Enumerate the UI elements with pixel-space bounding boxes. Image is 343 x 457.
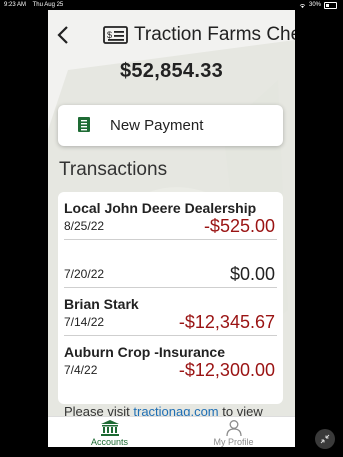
collapse-arrows-icon — [320, 434, 330, 444]
chevron-left-icon — [57, 26, 68, 44]
account-title: Traction Farms Che — [134, 24, 295, 45]
check-icon: $ — [103, 26, 128, 44]
transaction-name: Brian Stark — [64, 296, 139, 312]
battery-percent: 30% — [308, 2, 321, 8]
transaction-amount: -$12,345.67 — [178, 312, 275, 332]
transactions-title: Transactions — [59, 159, 168, 180]
transaction-row[interactable]: Auburn Crop -Insurance 7/4/22 -$12,300.0… — [64, 336, 277, 383]
transaction-date: 8/25/22 — [64, 219, 105, 233]
account-balance: $52,854.33 — [119, 60, 224, 82]
person-icon — [225, 420, 242, 436]
tab-accounts-label: Accounts — [90, 437, 129, 447]
transaction-amount: -$12,300.00 — [178, 360, 275, 380]
status-time: 9:23 AM — [4, 2, 27, 8]
transaction-row[interactable]: Brian Stark 7/14/22 -$12,345.67 — [64, 288, 277, 336]
bank-icon — [100, 420, 119, 436]
transaction-date: 7/4/22 — [64, 363, 98, 377]
battery-icon — [324, 1, 337, 9]
transaction-date: 7/20/22 — [64, 267, 105, 281]
header: $ Traction Farms Che — [48, 22, 295, 50]
transaction-row[interactable]: Local John Deere Dealership 8/25/22 -$52… — [64, 192, 277, 240]
transaction-amount: -$525.00 — [203, 216, 275, 236]
tab-bar: Accounts My Profile — [48, 416, 295, 447]
tab-accounts[interactable]: Accounts — [48, 417, 171, 447]
assistive-touch-button[interactable] — [315, 429, 335, 449]
transaction-row[interactable]: 7/20/22 $0.00 — [64, 240, 277, 288]
back-button[interactable] — [53, 22, 73, 48]
document-icon — [78, 117, 90, 132]
transaction-date: 7/14/22 — [64, 315, 105, 329]
new-payment-label: New Payment — [110, 117, 204, 134]
status-date: Thu Aug 25 — [32, 2, 64, 8]
transaction-amount: $0.00 — [229, 264, 275, 284]
transaction-name: Auburn Crop -Insurance — [64, 344, 226, 360]
tab-profile[interactable]: My Profile — [172, 417, 295, 447]
transaction-name: Local John Deere Dealership — [64, 200, 257, 216]
wifi-icon — [299, 3, 306, 8]
svg-text:$: $ — [107, 30, 112, 40]
app-screen: $ Traction Farms Che $52,854.33 New Paym… — [48, 10, 295, 447]
new-payment-button[interactable]: New Payment — [58, 105, 283, 146]
status-bar: 9:23 AM Thu Aug 25 30% — [0, 0, 343, 10]
transactions-list: Local John Deere Dealership 8/25/22 -$52… — [58, 192, 283, 404]
tab-profile-label: My Profile — [213, 437, 254, 447]
